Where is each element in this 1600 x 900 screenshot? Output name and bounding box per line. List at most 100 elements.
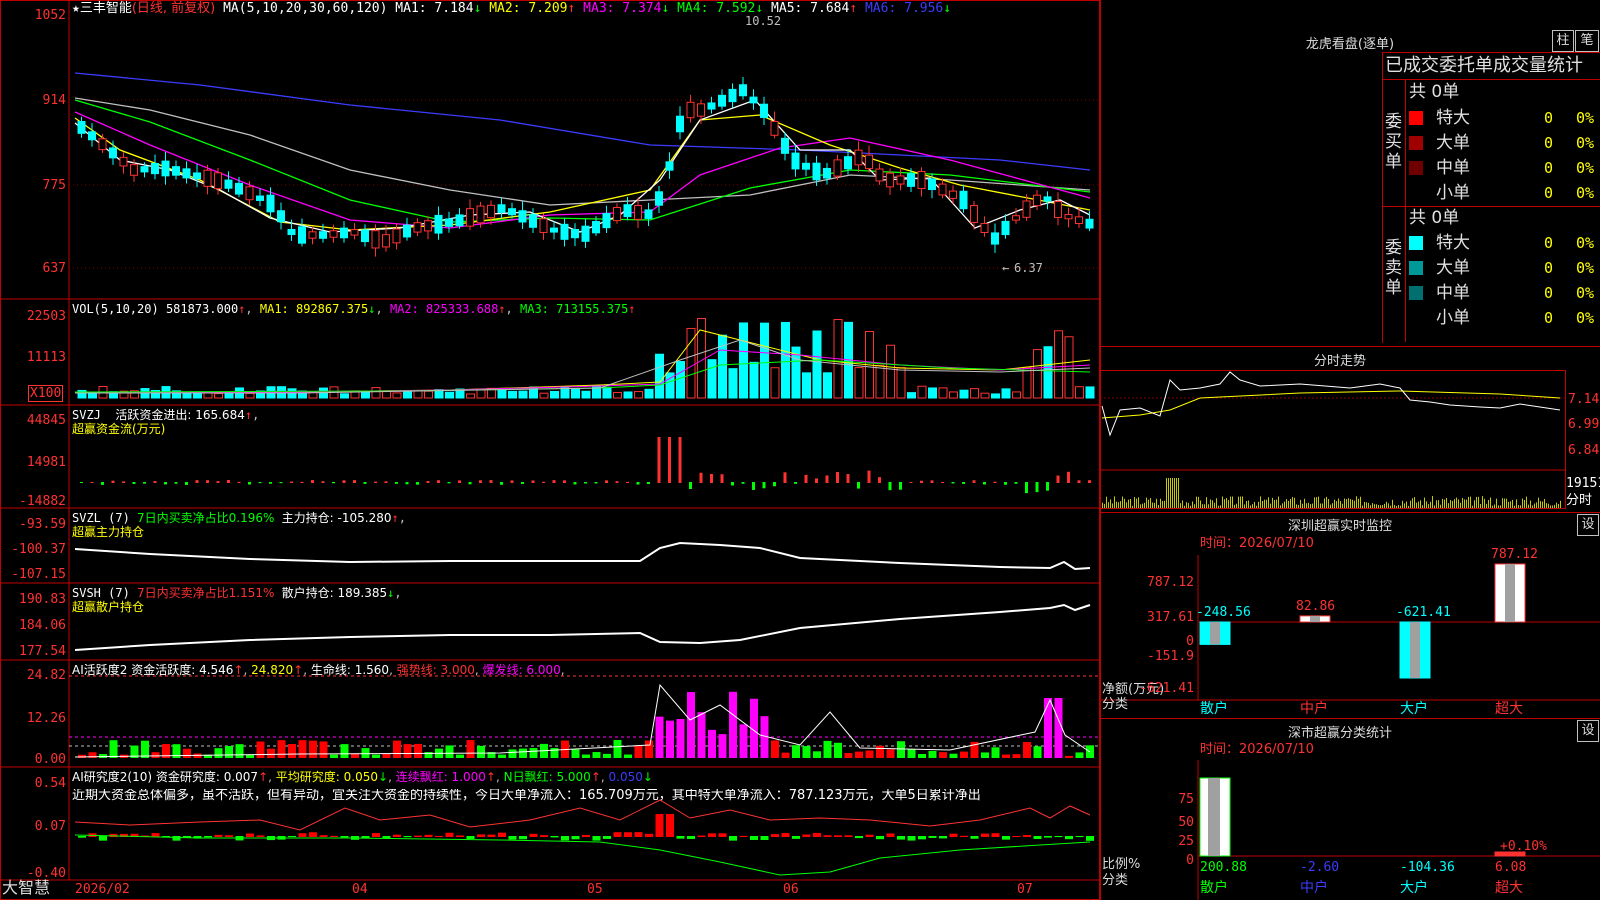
candle (466, 208, 474, 227)
active-bar (1065, 755, 1073, 758)
active-bar (319, 741, 328, 758)
intraday-vol-bar (1362, 505, 1363, 508)
research-bar (382, 836, 391, 838)
monitor-category: 中户 (1300, 701, 1328, 717)
intraday-vol-bar (1326, 496, 1327, 508)
flow-bar (615, 481, 619, 483)
active-bar (256, 741, 265, 758)
intraday-vol-bar (1334, 499, 1335, 508)
active-bar (456, 754, 464, 758)
active-bar (519, 748, 527, 758)
active-bar (897, 741, 905, 758)
tab-bar[interactable]: 柱 (1552, 30, 1574, 52)
active-bar (855, 751, 863, 758)
intraday-vol-bar (1314, 497, 1315, 508)
flow-bar (531, 480, 535, 483)
candle (298, 226, 306, 244)
research-bar (876, 836, 884, 840)
intraday-vol-bar (1256, 505, 1257, 508)
volume-bar (1075, 386, 1084, 399)
volume-bar (571, 387, 580, 399)
research-bar (634, 832, 643, 837)
research-bar (886, 833, 895, 837)
flow-bar (311, 480, 314, 483)
research-bar (393, 834, 401, 837)
intraday-vol-bar (1406, 501, 1407, 508)
intraday-vol-bar (1296, 504, 1297, 508)
volume-bar (823, 372, 832, 399)
candle (518, 210, 527, 223)
tab-pen[interactable]: 笔 (1575, 30, 1599, 52)
flow-bar (594, 482, 598, 484)
sz-class-chart[interactable] (1100, 760, 1600, 900)
main-chart-area[interactable]: 10.52 ← 6.37 (0, 0, 1100, 900)
intraday-vol-bar (1344, 498, 1345, 508)
active-bar (718, 734, 727, 758)
volume-bar (602, 386, 612, 399)
y-tick: 25 (1178, 834, 1194, 849)
intraday-vol-bar (1216, 498, 1217, 508)
flow-bar (636, 482, 640, 485)
research-bar (298, 833, 307, 837)
volume-bar (644, 388, 654, 399)
intraday-vol-bar (1222, 496, 1223, 508)
active-bar (151, 752, 160, 758)
candle (854, 149, 863, 166)
y-tick: 775 (42, 178, 66, 193)
candle (1075, 216, 1083, 224)
order-swatch (1409, 261, 1423, 275)
sz-class-category: 分类 (1102, 873, 1129, 888)
intraday-vol-bar (1126, 502, 1127, 508)
high-mark: 10.52 (745, 14, 781, 28)
intraday-vol-bar (1346, 499, 1347, 508)
active-bar (666, 720, 674, 758)
research-bar (330, 835, 338, 837)
research-bar (466, 836, 475, 840)
active-bar (771, 740, 779, 758)
volume-bar (424, 390, 433, 399)
intraday-vol-bar (1322, 503, 1323, 508)
volume-bar (739, 322, 748, 399)
intraday-vol-bar (1376, 504, 1377, 508)
monitor-category: 大户 (1400, 701, 1428, 717)
intraday-vol-bar (1548, 503, 1549, 508)
sz-class-settings-button[interactable]: 设 (1577, 720, 1599, 742)
volume-bar (382, 390, 391, 399)
flow-bar (836, 471, 839, 483)
y-tick: 22503 (26, 309, 66, 324)
flow-bar (773, 482, 776, 487)
intraday-vol-bar (1212, 500, 1213, 508)
intraday-vol-bar (1506, 498, 1507, 508)
flow-bar (605, 480, 608, 483)
active-bar (109, 740, 118, 758)
research-bar (624, 832, 632, 837)
active-bar (876, 745, 884, 758)
active-bar (183, 748, 191, 758)
sz-monitor-settings-button[interactable]: 设 (1577, 514, 1599, 536)
order-count: 0 (1544, 309, 1554, 327)
flow-bar (941, 481, 944, 483)
flow-bar (1056, 475, 1060, 483)
intraday-vol-bar (1394, 504, 1395, 508)
intraday-vol-bar (1162, 500, 1163, 508)
intraday-vol-bar (1486, 503, 1487, 508)
flow-bar (1067, 471, 1070, 483)
active-bar (645, 740, 653, 758)
class-value: 200.88 (1200, 860, 1247, 875)
intraday-vol-bar (1156, 498, 1157, 508)
intraday-vol-bar (1220, 505, 1221, 508)
active-bar (309, 740, 317, 758)
svzl-header: SVZL (7) 7日内买卖净占比0.196% 主力持仓: -105.280↑, (72, 511, 406, 525)
active-bar (981, 752, 989, 758)
research-bar (813, 832, 821, 837)
active-bar (813, 751, 821, 758)
flow-bar (678, 437, 682, 483)
intraday-chart[interactable] (1100, 370, 1600, 510)
intraday-vol-bar (1380, 505, 1381, 508)
research-bar (645, 833, 653, 837)
order-swatch (1409, 136, 1423, 150)
intraday-vol-bar (1246, 501, 1247, 508)
research-bar (498, 832, 506, 837)
intraday-vol-bar (1358, 498, 1359, 508)
intraday-vol-bar (1136, 498, 1137, 508)
